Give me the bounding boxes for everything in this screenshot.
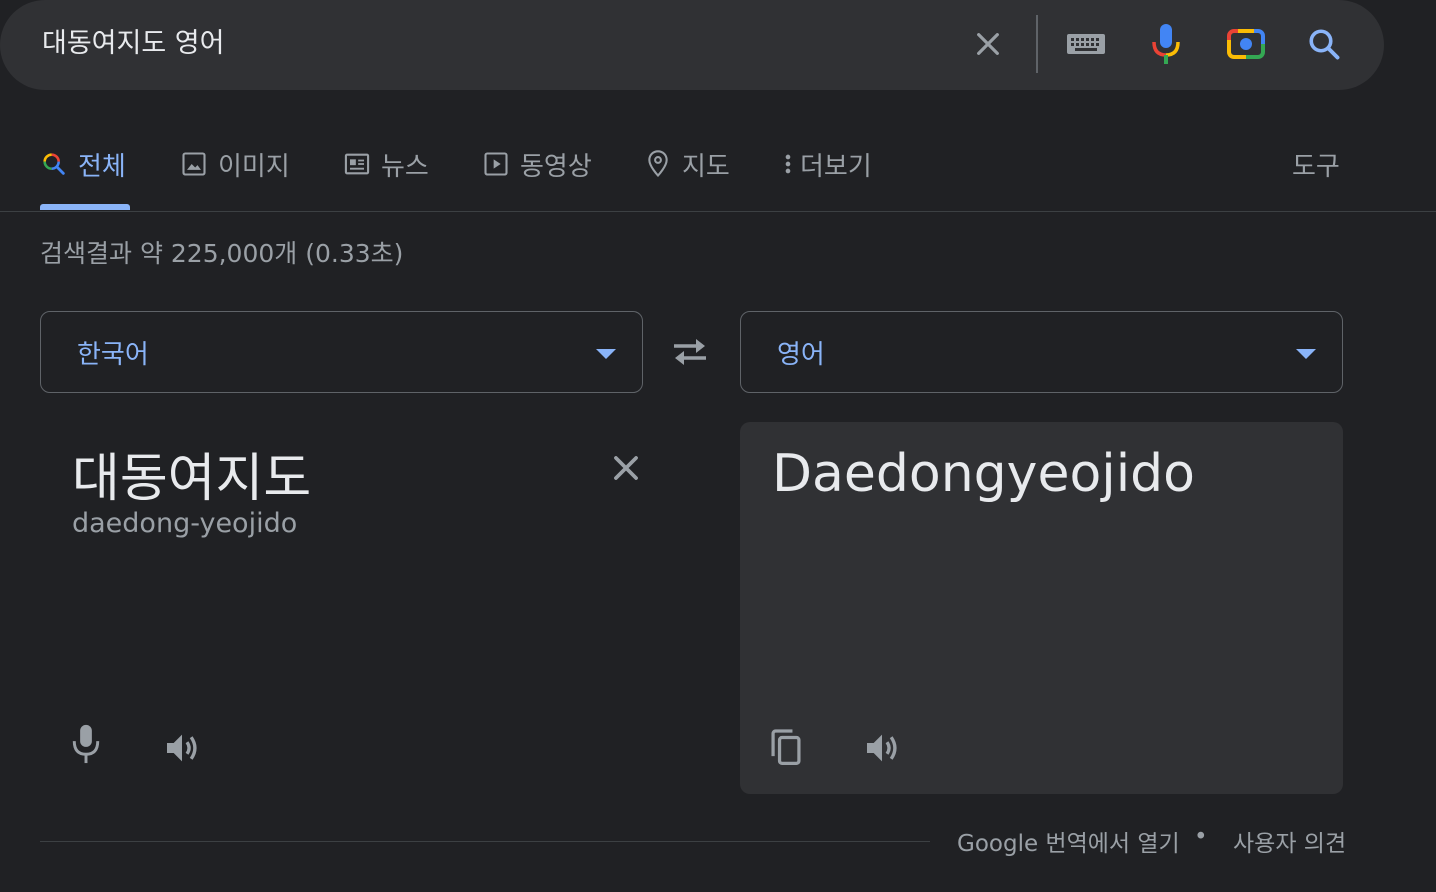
source-text[interactable]: 대동여지도 <box>72 436 311 511</box>
swap-languages-button[interactable] <box>668 332 712 372</box>
camera-lens-icon <box>1227 29 1265 59</box>
footer-divider <box>40 841 930 842</box>
tab-all[interactable]: 전체 <box>40 144 126 184</box>
clear-source-button[interactable] <box>604 446 648 490</box>
result-stats: 검색결과 약 225,000개 (0.33초) <box>40 239 404 268</box>
chevron-down-icon <box>596 349 616 359</box>
speaker-icon <box>867 734 897 762</box>
map-pin-icon <box>648 150 668 178</box>
virtual-keyboard-button[interactable] <box>1062 20 1110 68</box>
search-icon <box>1309 29 1340 60</box>
tab-videos[interactable]: 동영상 <box>482 144 592 184</box>
image-search-button[interactable] <box>1222 20 1270 68</box>
target-language-select[interactable]: 영어 <box>740 311 1343 393</box>
search-tabs: 전체 이미지 뉴스 동영상 지도 더보기 도구 <box>0 130 1436 212</box>
voice-search-button[interactable] <box>1142 20 1190 68</box>
tab-maps[interactable]: 지도 <box>644 144 730 184</box>
newspaper-icon <box>344 153 370 175</box>
keyboard-icon <box>1067 34 1105 54</box>
source-voice-input-button[interactable] <box>62 720 110 768</box>
active-tab-indicator <box>40 204 130 210</box>
chevron-down-icon <box>1296 349 1316 359</box>
target-language-label: 영어 <box>777 339 825 370</box>
translation-result-panel: Daedongyeojido <box>740 422 1343 794</box>
tab-more[interactable]: 더보기 <box>780 144 872 184</box>
source-language-label: 한국어 <box>77 339 149 370</box>
close-icon <box>614 456 638 480</box>
tools-button[interactable]: 도구 <box>1292 144 1340 184</box>
copy-icon <box>771 729 801 765</box>
footer-separator: • <box>1194 824 1208 850</box>
open-in-google-translate-link[interactable]: Google 번역에서 열기 <box>957 824 1180 858</box>
close-icon <box>977 33 999 55</box>
search-icon <box>43 153 65 175</box>
source-romanization: daedong-yeojido <box>72 508 298 539</box>
tools-label: 도구 <box>1292 151 1340 182</box>
target-listen-button[interactable] <box>858 724 906 772</box>
tab-label: 뉴스 <box>381 151 429 182</box>
more-vert-icon <box>785 154 791 174</box>
tab-label: 지도 <box>682 151 730 182</box>
tab-label: 동영상 <box>520 151 592 182</box>
search-results-page: 전체 이미지 뉴스 동영상 <box>0 0 1436 892</box>
search-bar <box>0 0 1384 90</box>
feedback-link[interactable]: 사용자 의견 <box>1233 824 1346 858</box>
copy-translation-button[interactable] <box>762 724 810 772</box>
tab-images[interactable]: 이미지 <box>180 144 290 184</box>
microphone-icon <box>72 724 100 764</box>
target-text: Daedongyeojido <box>772 444 1195 504</box>
image-icon <box>182 152 206 176</box>
search-bar-divider <box>1036 15 1038 73</box>
tab-news[interactable]: 뉴스 <box>343 144 429 184</box>
tab-label: 이미지 <box>218 151 290 182</box>
source-language-select[interactable]: 한국어 <box>40 311 643 393</box>
swap-arrows-icon <box>674 339 706 365</box>
speaker-icon <box>167 734 197 762</box>
tab-label: 전체 <box>78 151 126 182</box>
clear-search-button[interactable] <box>964 20 1012 68</box>
tab-label: 더보기 <box>800 151 872 182</box>
search-button[interactable] <box>1300 20 1348 68</box>
source-listen-button[interactable] <box>158 724 206 772</box>
search-input[interactable] <box>42 24 922 64</box>
play-icon <box>484 152 508 176</box>
microphone-icon <box>1152 24 1180 64</box>
